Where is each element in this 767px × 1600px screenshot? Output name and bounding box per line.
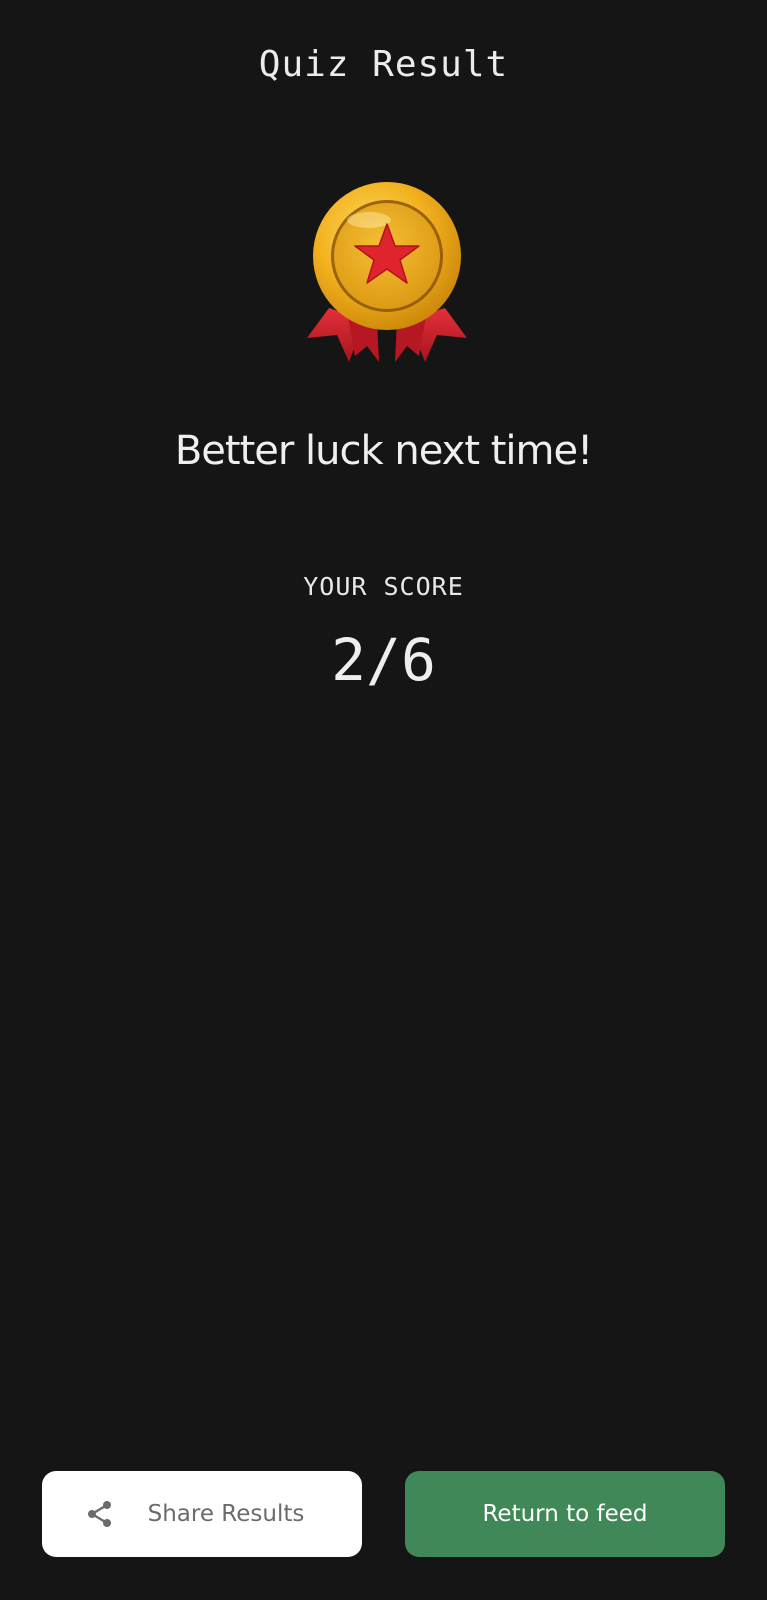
share-results-label: Share Results (147, 1501, 305, 1527)
result-message: Better luck next time! (174, 428, 593, 474)
page-title: Quiz Result (258, 44, 509, 85)
share-results-button[interactable]: Share Results (42, 1471, 362, 1557)
score-value: 2/6 (331, 626, 436, 694)
return-to-feed-button[interactable]: Return to feed (405, 1471, 725, 1557)
medal-icon (307, 182, 467, 362)
return-to-feed-label: Return to feed (482, 1501, 648, 1527)
score-label: YOUR SCORE (303, 572, 464, 601)
share-icon (88, 1501, 111, 1527)
